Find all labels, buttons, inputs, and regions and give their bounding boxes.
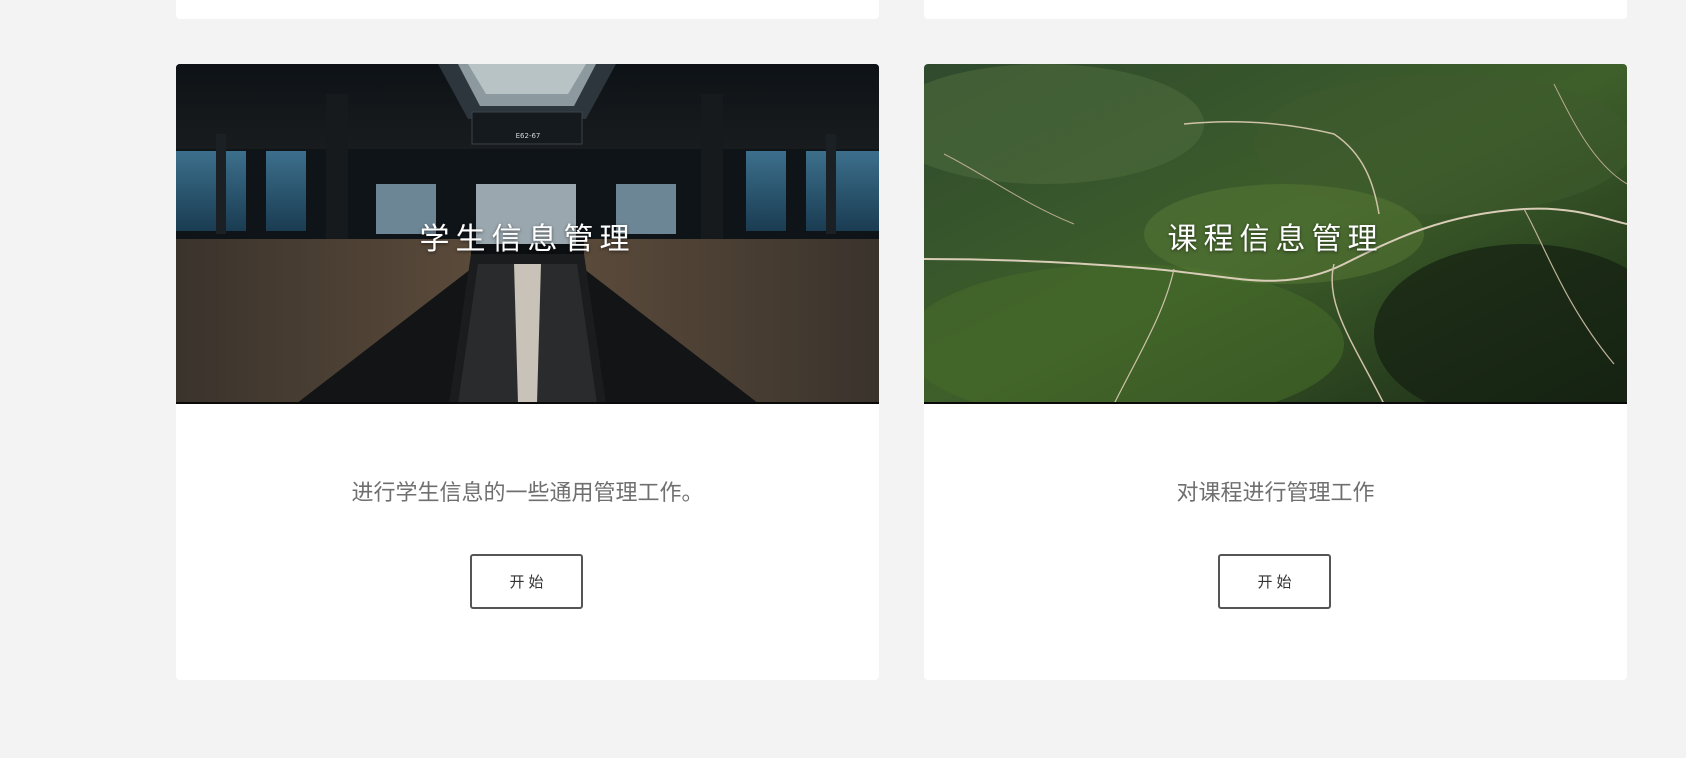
station-sign-text: E62-67 (516, 132, 541, 140)
card-description: 对课程进行管理工作 (1176, 481, 1375, 506)
start-button[interactable]: 开始 (1218, 554, 1331, 609)
previous-card-right-bottom (924, 0, 1627, 19)
student-info-card: E62-67 学生信息管理 进行学生信息的一些通用管理工作。 开始 (176, 64, 879, 680)
aerial-landscape-image: 课程信息管理 (924, 64, 1627, 404)
card-title: 课程信息管理 (1167, 222, 1384, 257)
card-description: 进行学生信息的一些通用管理工作。 (351, 481, 704, 506)
card-title: 学生信息管理 (419, 222, 636, 257)
escalator-station-image: E62-67 学生信息管理 (176, 64, 879, 404)
course-info-card: 课程信息管理 对课程进行管理工作 开始 (924, 64, 1627, 680)
previous-card-left-bottom (176, 0, 879, 19)
start-button[interactable]: 开始 (470, 554, 583, 609)
page: E62-67 学生信息管理 进行学生信息的一些通用管理工作。 开始 课程信息管理… (0, 0, 1686, 758)
